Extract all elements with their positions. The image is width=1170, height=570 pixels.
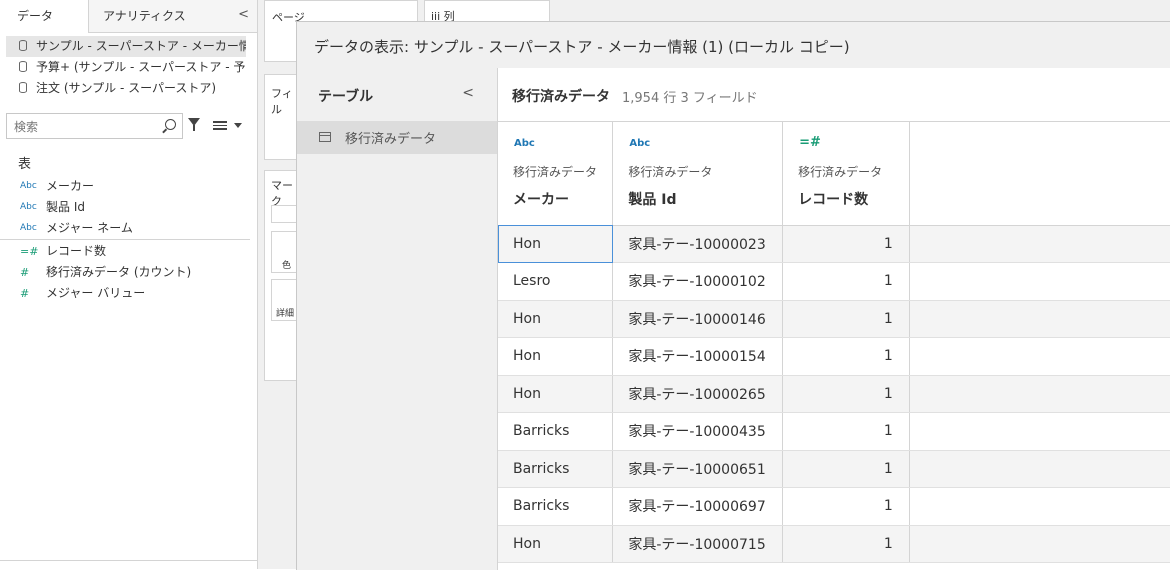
table-row: Lesro 家具-テー-10000102 1 bbox=[498, 262, 1170, 301]
number-calc-icon: =# bbox=[799, 135, 821, 150]
data-grid-pane: 移行済みデータ 1,954 行 3 フィールド Abc 移行済みデータ メーカー… bbox=[498, 68, 1170, 570]
current-table-name: 移行済みデータ bbox=[512, 89, 610, 105]
collapse-tables-icon[interactable]: < bbox=[462, 85, 474, 101]
table-cell[interactable]: Barricks bbox=[498, 412, 614, 451]
number-calc-icon: =# bbox=[20, 245, 39, 258]
table-cell[interactable]: 1 bbox=[782, 262, 910, 301]
table-row: Hon 家具-テー-10000715 1 bbox=[498, 525, 1170, 563]
field-item[interactable]: Abc メジャー ネーム bbox=[0, 218, 250, 239]
search-input[interactable] bbox=[12, 115, 166, 139]
chevron-down-icon[interactable] bbox=[234, 123, 242, 128]
table-cell[interactable]: Hon bbox=[498, 337, 614, 376]
search-icon[interactable] bbox=[165, 119, 176, 130]
table-cell[interactable]: 家具-テー-10000715 bbox=[612, 525, 784, 563]
field-item[interactable]: Abc メーカー bbox=[0, 176, 250, 197]
database-icon bbox=[19, 61, 27, 72]
data-source-item[interactable]: 注文 (サンプル - スーパーストア) bbox=[6, 78, 246, 99]
field-search-box[interactable] bbox=[6, 113, 183, 139]
table-cell[interactable]: 1 bbox=[782, 412, 910, 451]
dialog-title: データの表示: サンプル - スーパーストア - メーカー情報 (1) (ローカ… bbox=[314, 38, 850, 56]
table-cell[interactable]: 1 bbox=[782, 375, 910, 413]
table-cell[interactable]: Hon bbox=[498, 300, 614, 338]
table-cell[interactable]: Lesro bbox=[498, 262, 614, 301]
data-source-item[interactable]: サンプル - スーパーストア - メーカー情報 … bbox=[6, 36, 246, 57]
view-data-dialog: データの表示: サンプル - スーパーストア - メーカー情報 (1) (ローカ… bbox=[296, 21, 1170, 570]
column-header[interactable]: =# 移行済みデータ レコード数 bbox=[782, 122, 910, 226]
tables-pane: テーブル < 移行済みデータ bbox=[297, 68, 498, 570]
tab-analytics[interactable]: アナリティクス bbox=[103, 0, 186, 32]
grid-filler bbox=[909, 122, 1170, 226]
column-header[interactable]: Abc 移行済みデータ メーカー bbox=[498, 122, 614, 226]
divider bbox=[0, 239, 250, 240]
column-header[interactable]: Abc 移行済みデータ 製品 Id bbox=[612, 122, 784, 226]
table-row: Barricks 家具-テー-10000435 1 bbox=[498, 412, 1170, 451]
string-type-icon: Abc bbox=[20, 202, 37, 212]
table-list-item[interactable]: 移行済みデータ bbox=[297, 121, 497, 154]
string-type-icon: Abc bbox=[629, 138, 651, 149]
data-grid: Abc 移行済みデータ メーカー Abc 移行済みデータ 製品 Id =# 移行… bbox=[498, 122, 1170, 563]
table-row: Hon 家具-テー-10000265 1 bbox=[498, 375, 1170, 413]
filter-icon[interactable] bbox=[188, 118, 200, 131]
string-type-icon: Abc bbox=[514, 138, 535, 149]
divider bbox=[0, 560, 257, 561]
table-cell[interactable]: 家具-テー-10000102 bbox=[612, 262, 784, 301]
dialog-title-bar[interactable]: データの表示: サンプル - スーパーストア - メーカー情報 (1) (ローカ… bbox=[297, 22, 1170, 69]
tables-header: テーブル bbox=[318, 89, 374, 105]
table-row: Hon 家具-テー-10000023 1 bbox=[498, 225, 1170, 263]
table-cell[interactable]: 家具-テー-10000435 bbox=[612, 412, 784, 451]
table-cell[interactable]: 家具-テー-10000146 bbox=[612, 300, 784, 338]
table-icon bbox=[319, 132, 331, 142]
table-cell[interactable]: 1 bbox=[782, 225, 910, 263]
tab-data[interactable]: データ bbox=[0, 0, 89, 33]
table-row: Barricks 家具-テー-10000697 1 bbox=[498, 487, 1170, 526]
row-field-count: 1,954 行 3 フィールド bbox=[622, 91, 758, 106]
field-item[interactable]: =# レコード数 bbox=[0, 241, 250, 262]
view-list-icon[interactable] bbox=[213, 121, 227, 130]
tables-section-title: 表 bbox=[18, 157, 32, 172]
detail-button[interactable]: 詳細 bbox=[271, 279, 299, 321]
field-item[interactable]: Abc 製品 Id bbox=[0, 197, 250, 218]
table-cell[interactable]: 家具-テー-10000023 bbox=[612, 225, 784, 263]
table-cell[interactable]: 家具-テー-10000154 bbox=[612, 337, 784, 376]
table-cell[interactable]: 1 bbox=[782, 300, 910, 338]
string-type-icon: Abc bbox=[20, 223, 37, 233]
string-type-icon: Abc bbox=[20, 181, 37, 191]
data-pane: データ アナリティクス < サンプル - スーパーストア - メーカー情報 … … bbox=[0, 0, 258, 569]
field-item[interactable]: # 移行済みデータ (カウント) bbox=[0, 262, 250, 283]
table-cell[interactable]: 家具-テー-10000265 bbox=[612, 375, 784, 413]
table-row: Barricks 家具-テー-10000651 1 bbox=[498, 450, 1170, 488]
table-row: Hon 家具-テー-10000146 1 bbox=[498, 300, 1170, 338]
table-cell[interactable]: 家具-テー-10000697 bbox=[612, 487, 784, 526]
database-icon bbox=[19, 82, 27, 93]
color-button[interactable]: 色 bbox=[271, 231, 299, 273]
mark-type-dropdown[interactable] bbox=[271, 205, 299, 223]
columns-shelf[interactable]: iii 列 bbox=[424, 0, 550, 23]
table-cell[interactable]: 1 bbox=[782, 487, 910, 526]
table-cell[interactable]: 1 bbox=[782, 450, 910, 488]
table-cell[interactable]: Hon bbox=[498, 375, 614, 413]
table-cell[interactable]: 家具-テー-10000651 bbox=[612, 450, 784, 488]
pane-tabs: データ アナリティクス < bbox=[0, 0, 257, 33]
table-cell[interactable]: Hon bbox=[498, 225, 614, 263]
grid-header: 移行済みデータ 1,954 行 3 フィールド bbox=[498, 68, 1170, 122]
database-icon bbox=[19, 40, 27, 51]
number-type-icon: # bbox=[20, 287, 30, 300]
data-source-item[interactable]: 予算+ (サンプル - スーパーストア - 予… bbox=[6, 57, 246, 78]
collapse-pane-icon[interactable]: < bbox=[238, 7, 249, 22]
data-source-list: サンプル - スーパーストア - メーカー情報 … 予算+ (サンプル - スー… bbox=[6, 36, 246, 99]
number-type-icon: # bbox=[20, 266, 30, 279]
field-item[interactable]: # メジャー バリュー bbox=[0, 283, 250, 304]
table-cell[interactable]: 1 bbox=[782, 337, 910, 376]
table-cell[interactable]: Barricks bbox=[498, 450, 614, 488]
table-cell[interactable]: Barricks bbox=[498, 487, 614, 526]
table-row: Hon 家具-テー-10000154 1 bbox=[498, 337, 1170, 376]
table-cell[interactable]: 1 bbox=[782, 525, 910, 563]
table-cell[interactable]: Hon bbox=[498, 525, 614, 563]
